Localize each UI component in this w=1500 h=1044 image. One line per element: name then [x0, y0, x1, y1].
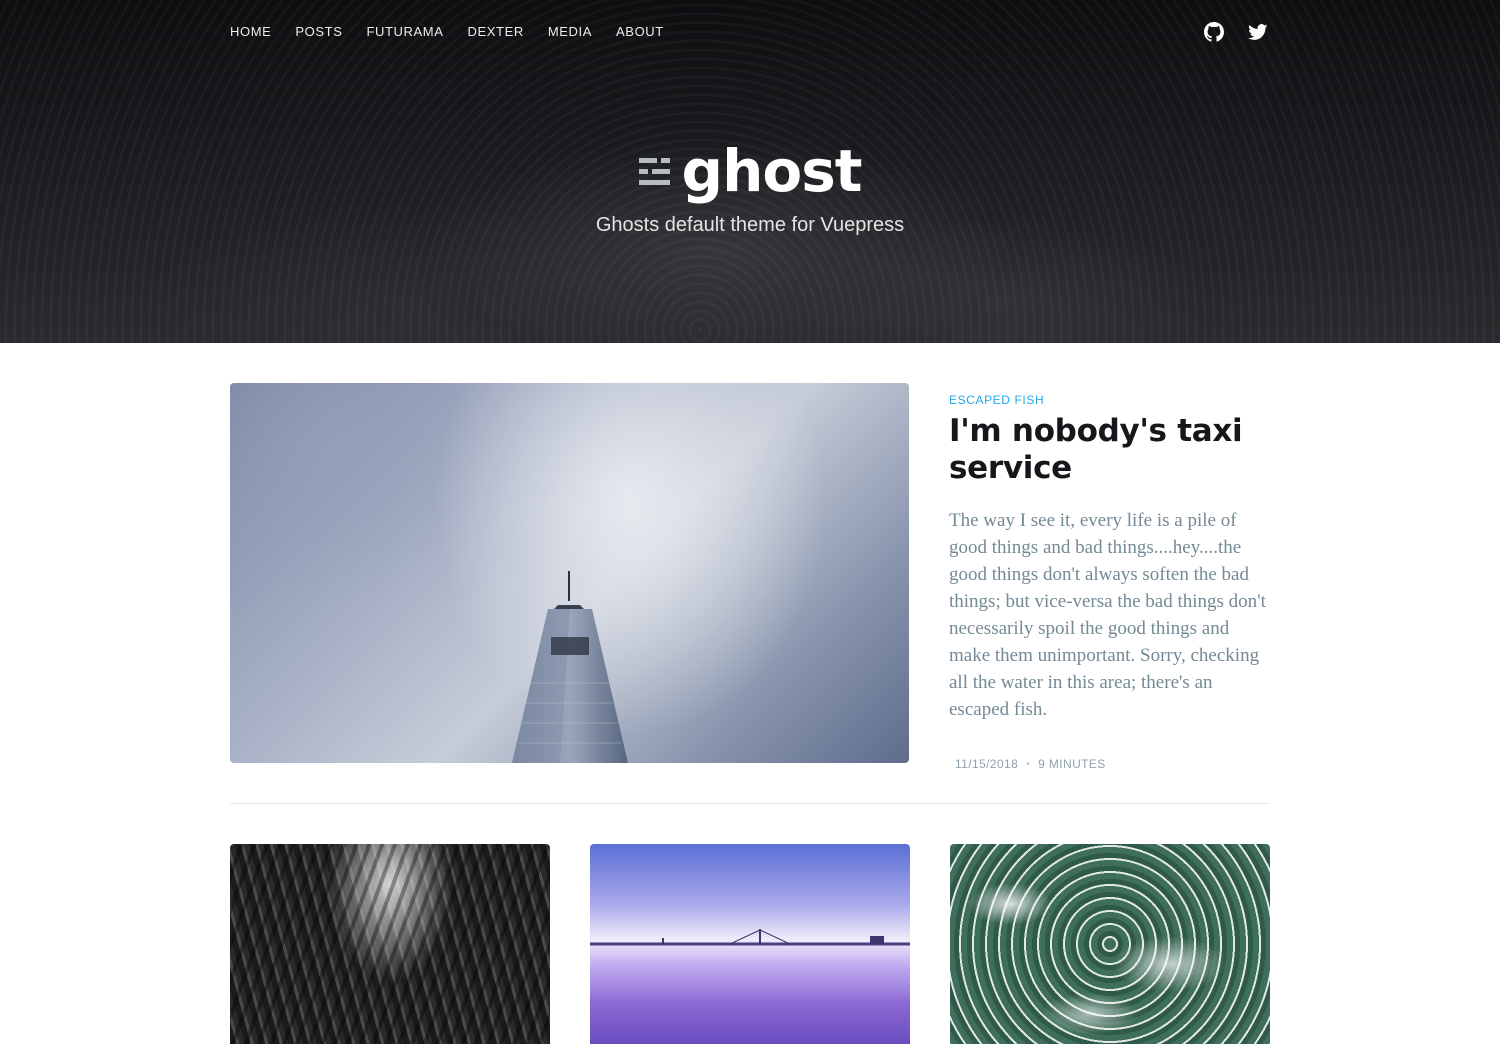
- nav-item-dexter[interactable]: DEXTER: [468, 24, 524, 39]
- twitter-icon: [1248, 24, 1268, 40]
- featured-post-card[interactable]: ESCAPED FISH I'm nobody's taxi service T…: [230, 383, 1270, 771]
- post-reading-time: 9 MINUTES: [1038, 757, 1106, 771]
- twitter-link[interactable]: [1248, 22, 1268, 42]
- main-nav: HOME POSTS FUTURAMA DEXTER MEDIA ABOUT: [230, 24, 664, 39]
- post-card-image[interactable]: [590, 844, 910, 1044]
- meta-separator: •: [1026, 758, 1031, 770]
- social-links: [1204, 22, 1268, 42]
- featured-post-content: ESCAPED FISH I'm nobody's taxi service T…: [909, 383, 1270, 771]
- post-card-image[interactable]: [950, 844, 1270, 1044]
- site-header: HOME POSTS FUTURAMA DEXTER MEDIA ABOUT g…: [0, 0, 1500, 343]
- post-excerpt[interactable]: The way I see it, every life is a pile o…: [949, 507, 1270, 723]
- github-link[interactable]: [1204, 22, 1224, 42]
- nav-item-media[interactable]: MEDIA: [548, 24, 592, 39]
- bridge-illustration: [590, 929, 910, 946]
- nav-item-home[interactable]: HOME: [230, 24, 271, 39]
- ghost-logo-icon: [638, 157, 670, 185]
- site-tagline: Ghosts default theme for Vuepress: [595, 214, 905, 236]
- logo-wordmark: ghost: [681, 137, 863, 205]
- site-logo[interactable]: ghost: [638, 137, 863, 205]
- feed-divider: [230, 803, 1270, 804]
- post-grid: [230, 844, 1270, 1044]
- nav-item-futurama[interactable]: FUTURAMA: [366, 24, 443, 39]
- post-meta: 11/15/2018 • 9 MINUTES: [949, 757, 1270, 771]
- featured-post-image[interactable]: [230, 383, 909, 763]
- tree-canopy-overlay: [230, 844, 550, 1044]
- post-date: 11/15/2018: [955, 757, 1019, 771]
- nav-item-about[interactable]: ABOUT: [616, 24, 664, 39]
- post-tag[interactable]: ESCAPED FISH: [949, 393, 1270, 407]
- skyscraper-illustration: [512, 571, 628, 763]
- post-title[interactable]: I'm nobody's taxi service: [949, 413, 1270, 487]
- site-brand: ghost Ghosts default theme for Vuepress: [0, 142, 1500, 237]
- post-card-image[interactable]: [230, 844, 550, 1044]
- post-feed: ESCAPED FISH I'm nobody's taxi service T…: [230, 383, 1270, 1044]
- nav-item-posts[interactable]: POSTS: [295, 24, 342, 39]
- github-icon: [1204, 22, 1224, 42]
